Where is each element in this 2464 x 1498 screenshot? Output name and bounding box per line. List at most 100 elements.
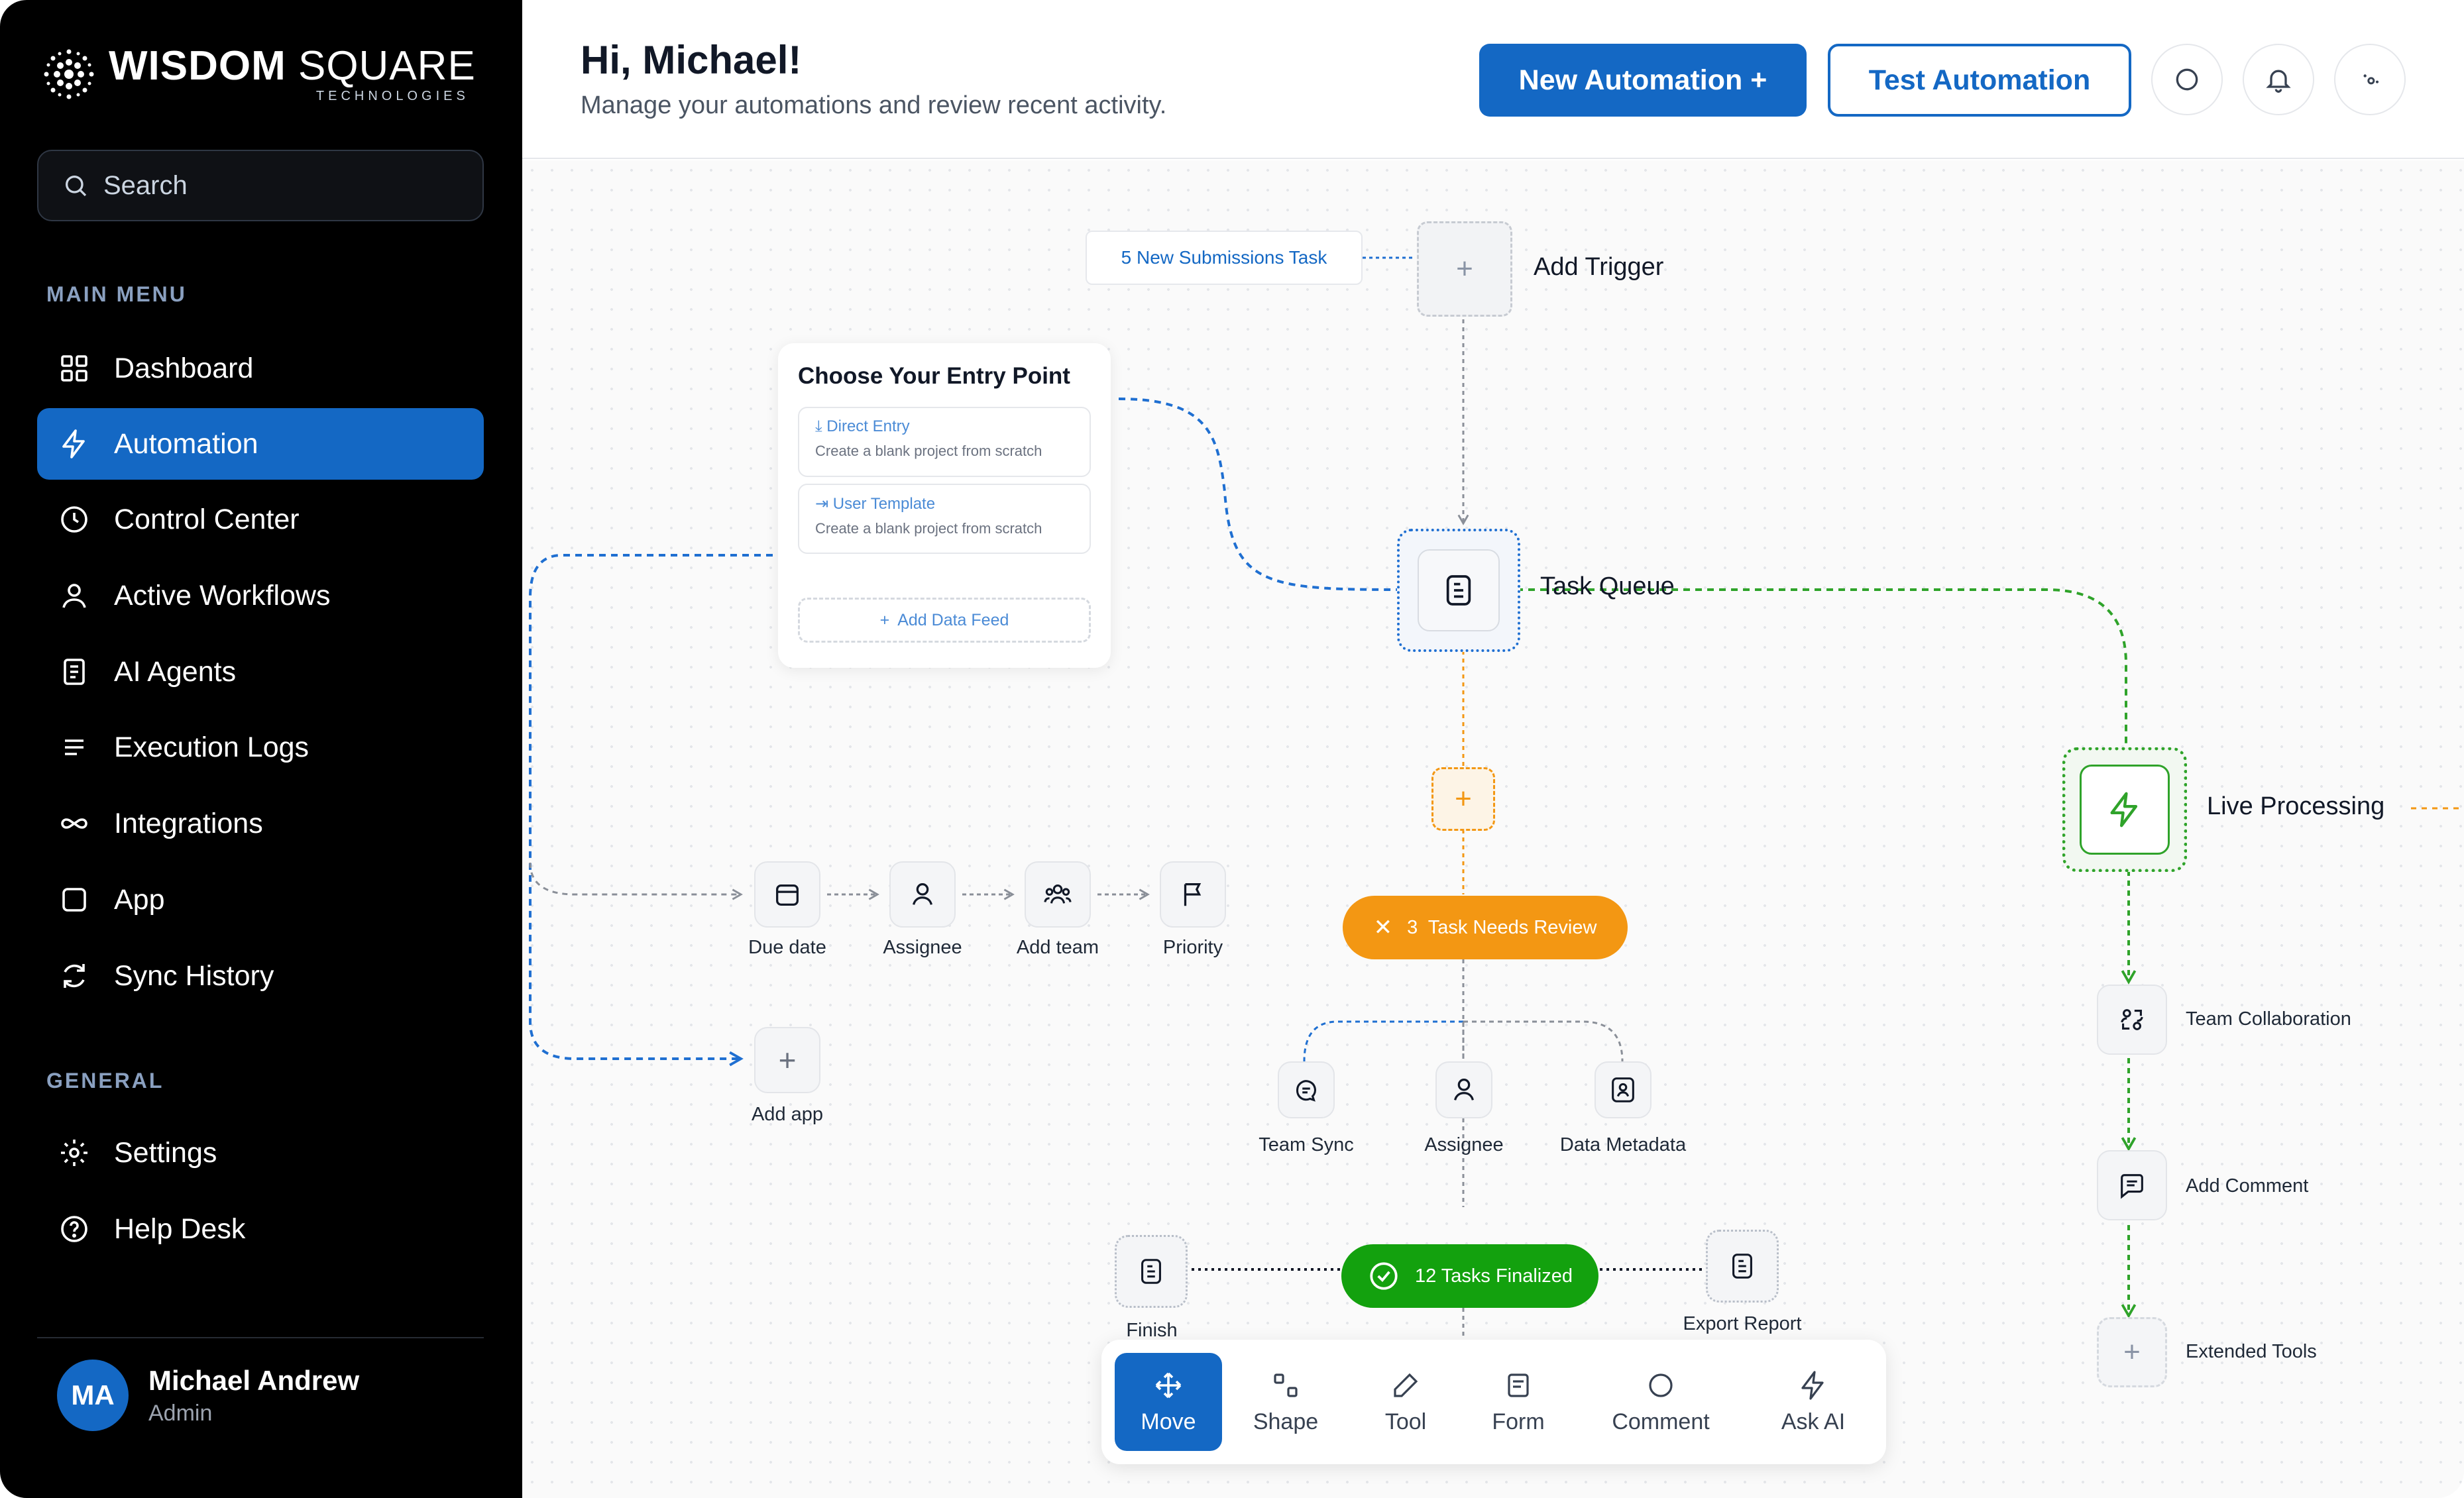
team-sync-label: Team Sync: [1259, 1134, 1354, 1155]
live-processing-label: Live Processing: [2207, 792, 2385, 820]
sidebar-item-label: Integrations: [114, 807, 263, 839]
more-options-button[interactable]: [2334, 44, 2406, 115]
brand-subtitle: TECHNOLOGIES: [315, 89, 469, 103]
app-window: WISDOM SQUARE TECHNOLOGIES Search MAIN M…: [0, 0, 2464, 1498]
user-profile[interactable]: MA Michael Andrew Admin: [57, 1360, 359, 1431]
user-icon: [62, 584, 86, 608]
option-desc: Create a blank project from scratch: [815, 443, 1042, 459]
logo-dots-icon: [44, 49, 94, 99]
add-team-node[interactable]: [1025, 861, 1091, 928]
sidebar-item-dashboard[interactable]: Dashboard: [37, 333, 484, 404]
chat-sync-icon: [1296, 1080, 1316, 1102]
sidebar-item-label: App: [114, 883, 165, 916]
sidebar-item-label: Help Desk: [114, 1212, 246, 1245]
live-processing-node[interactable]: [2062, 747, 2187, 872]
sidebar-divider: [37, 1337, 484, 1338]
entry-option-template[interactable]: ⇥ User Template Create a blank project f…: [798, 484, 1091, 554]
review-status-pill[interactable]: ✕ 3 Task Needs Review: [1343, 896, 1628, 959]
finalized-status-pill[interactable]: 12 Tasks Finalized: [1341, 1244, 1598, 1308]
sidebar-item-app[interactable]: App: [37, 864, 484, 936]
gear-icon: [61, 1140, 87, 1166]
option-desc: Create a blank project from scratch: [815, 520, 1042, 537]
general-label: GENERAL: [46, 1069, 164, 1093]
tool-form[interactable]: Form: [1462, 1353, 1575, 1451]
test-automation-button[interactable]: Test Automation: [1828, 44, 2131, 117]
tool-ask-ai[interactable]: Ask AI: [1747, 1353, 1879, 1451]
tool-shape[interactable]: Shape: [1222, 1353, 1349, 1451]
tool-tool[interactable]: Tool: [1349, 1353, 1462, 1451]
search-input[interactable]: Search: [37, 150, 484, 221]
comment-icon: [2121, 1174, 2143, 1199]
flag-icon: [1184, 883, 1202, 906]
add-trigger-node[interactable]: +: [1417, 221, 1512, 317]
tool-label: Move: [1141, 1409, 1196, 1434]
bell-icon: [2266, 70, 2291, 93]
team-sync-node[interactable]: [1278, 1061, 1335, 1118]
brand-logo[interactable]: WISDOM SQUARE TECHNOLOGIES: [37, 42, 476, 106]
priority-node[interactable]: [1160, 861, 1226, 928]
task-queue-node[interactable]: [1397, 529, 1520, 652]
top-header: Hi, Michael! Manage your automations and…: [522, 0, 2464, 159]
entry-card-title: Choose Your Entry Point: [798, 363, 1070, 389]
plus-icon: +: [2123, 1336, 2141, 1368]
add-step-button[interactable]: +: [1431, 767, 1495, 831]
sidebar-item-integrations[interactable]: Integrations: [37, 788, 484, 859]
team-collaboration-node[interactable]: [2097, 985, 2167, 1055]
due-date-node[interactable]: [754, 861, 820, 928]
option-title: User Template: [832, 495, 936, 513]
add-comment-node[interactable]: [2097, 1150, 2167, 1220]
sidebar-item-active-workflows[interactable]: Active Workflows: [37, 560, 484, 631]
extended-tools-node[interactable]: +: [2097, 1317, 2167, 1387]
move-icon: [1155, 1372, 1182, 1398]
workflow-canvas[interactable]: 5 New Submissions Task + Add Trigger Cho…: [522, 160, 2464, 1498]
sidebar-item-control-center[interactable]: Control Center: [37, 484, 484, 555]
sidebar-item-help-desk[interactable]: Help Desk: [37, 1193, 484, 1265]
entry-option-direct[interactable]: ⤓ Direct Entry Create a blank project fr…: [798, 407, 1091, 477]
new-automation-button[interactable]: New Automation +: [1479, 44, 1807, 117]
team-collaboration-label: Team Collaboration: [2186, 1008, 2351, 1030]
assignee-node[interactable]: [889, 861, 956, 928]
infinity-icon: [61, 818, 87, 829]
sidebar-item-automation[interactable]: Automation: [37, 408, 484, 480]
tool-move[interactable]: Move: [1115, 1353, 1222, 1451]
lines-icon: [65, 739, 84, 755]
entry-point-card: Choose Your Entry Point ⤓ Direct Entry C…: [778, 343, 1111, 668]
id-card-icon: [1612, 1077, 1634, 1102]
document-icon: [64, 659, 85, 685]
sidebar-item-settings[interactable]: Settings: [37, 1117, 484, 1189]
search-placeholder: Search: [103, 170, 188, 200]
new-submissions-chip[interactable]: 5 New Submissions Task: [1086, 231, 1363, 285]
export-report-node[interactable]: [1706, 1230, 1779, 1303]
help-icon: [61, 1216, 87, 1242]
tool-label: Ask AI: [1781, 1409, 1846, 1434]
sidebar-item-label: Active Workflows: [114, 579, 331, 612]
close-icon: ✕: [1373, 915, 1393, 940]
search-icon: [66, 176, 87, 197]
due-date-label: Due date: [748, 937, 826, 958]
sidebar: WISDOM SQUARE TECHNOLOGIES Search MAIN M…: [0, 0, 522, 1498]
data-metadata-node[interactable]: [1595, 1061, 1652, 1118]
sidebar-item-label: Automation: [114, 427, 258, 460]
lightning-icon: [1801, 1370, 1824, 1400]
square-icon: [62, 888, 86, 912]
sidebar-item-sync-history[interactable]: Sync History: [37, 940, 484, 1012]
user-name: Michael Andrew: [148, 1364, 360, 1396]
main-menu-label: MAIN MENU: [46, 282, 187, 306]
brand-word-light: SQUARE: [286, 43, 476, 89]
plus-icon: +: [879, 610, 890, 629]
sidebar-item-execution-logs[interactable]: Execution Logs: [37, 712, 484, 783]
add-app-node[interactable]: +: [754, 1027, 820, 1093]
add-data-feed-button[interactable]: + Add Data Feed: [798, 598, 1091, 643]
user-icon: [913, 883, 932, 905]
status-button[interactable]: [2151, 44, 2223, 115]
sub-assignee-label: Assignee: [1424, 1134, 1504, 1155]
finish-node[interactable]: [1115, 1235, 1188, 1308]
notifications-button[interactable]: [2243, 44, 2314, 115]
export-report-label: Export Report: [1683, 1313, 1802, 1334]
tool-comment[interactable]: Comment: [1575, 1353, 1747, 1451]
user-role: Admin: [148, 1400, 213, 1426]
priority-label: Priority: [1162, 937, 1223, 958]
sub-assignee-node[interactable]: [1435, 1061, 1492, 1118]
clock-icon: [61, 506, 87, 533]
sidebar-item-ai-agents[interactable]: AI Agents: [37, 636, 484, 708]
